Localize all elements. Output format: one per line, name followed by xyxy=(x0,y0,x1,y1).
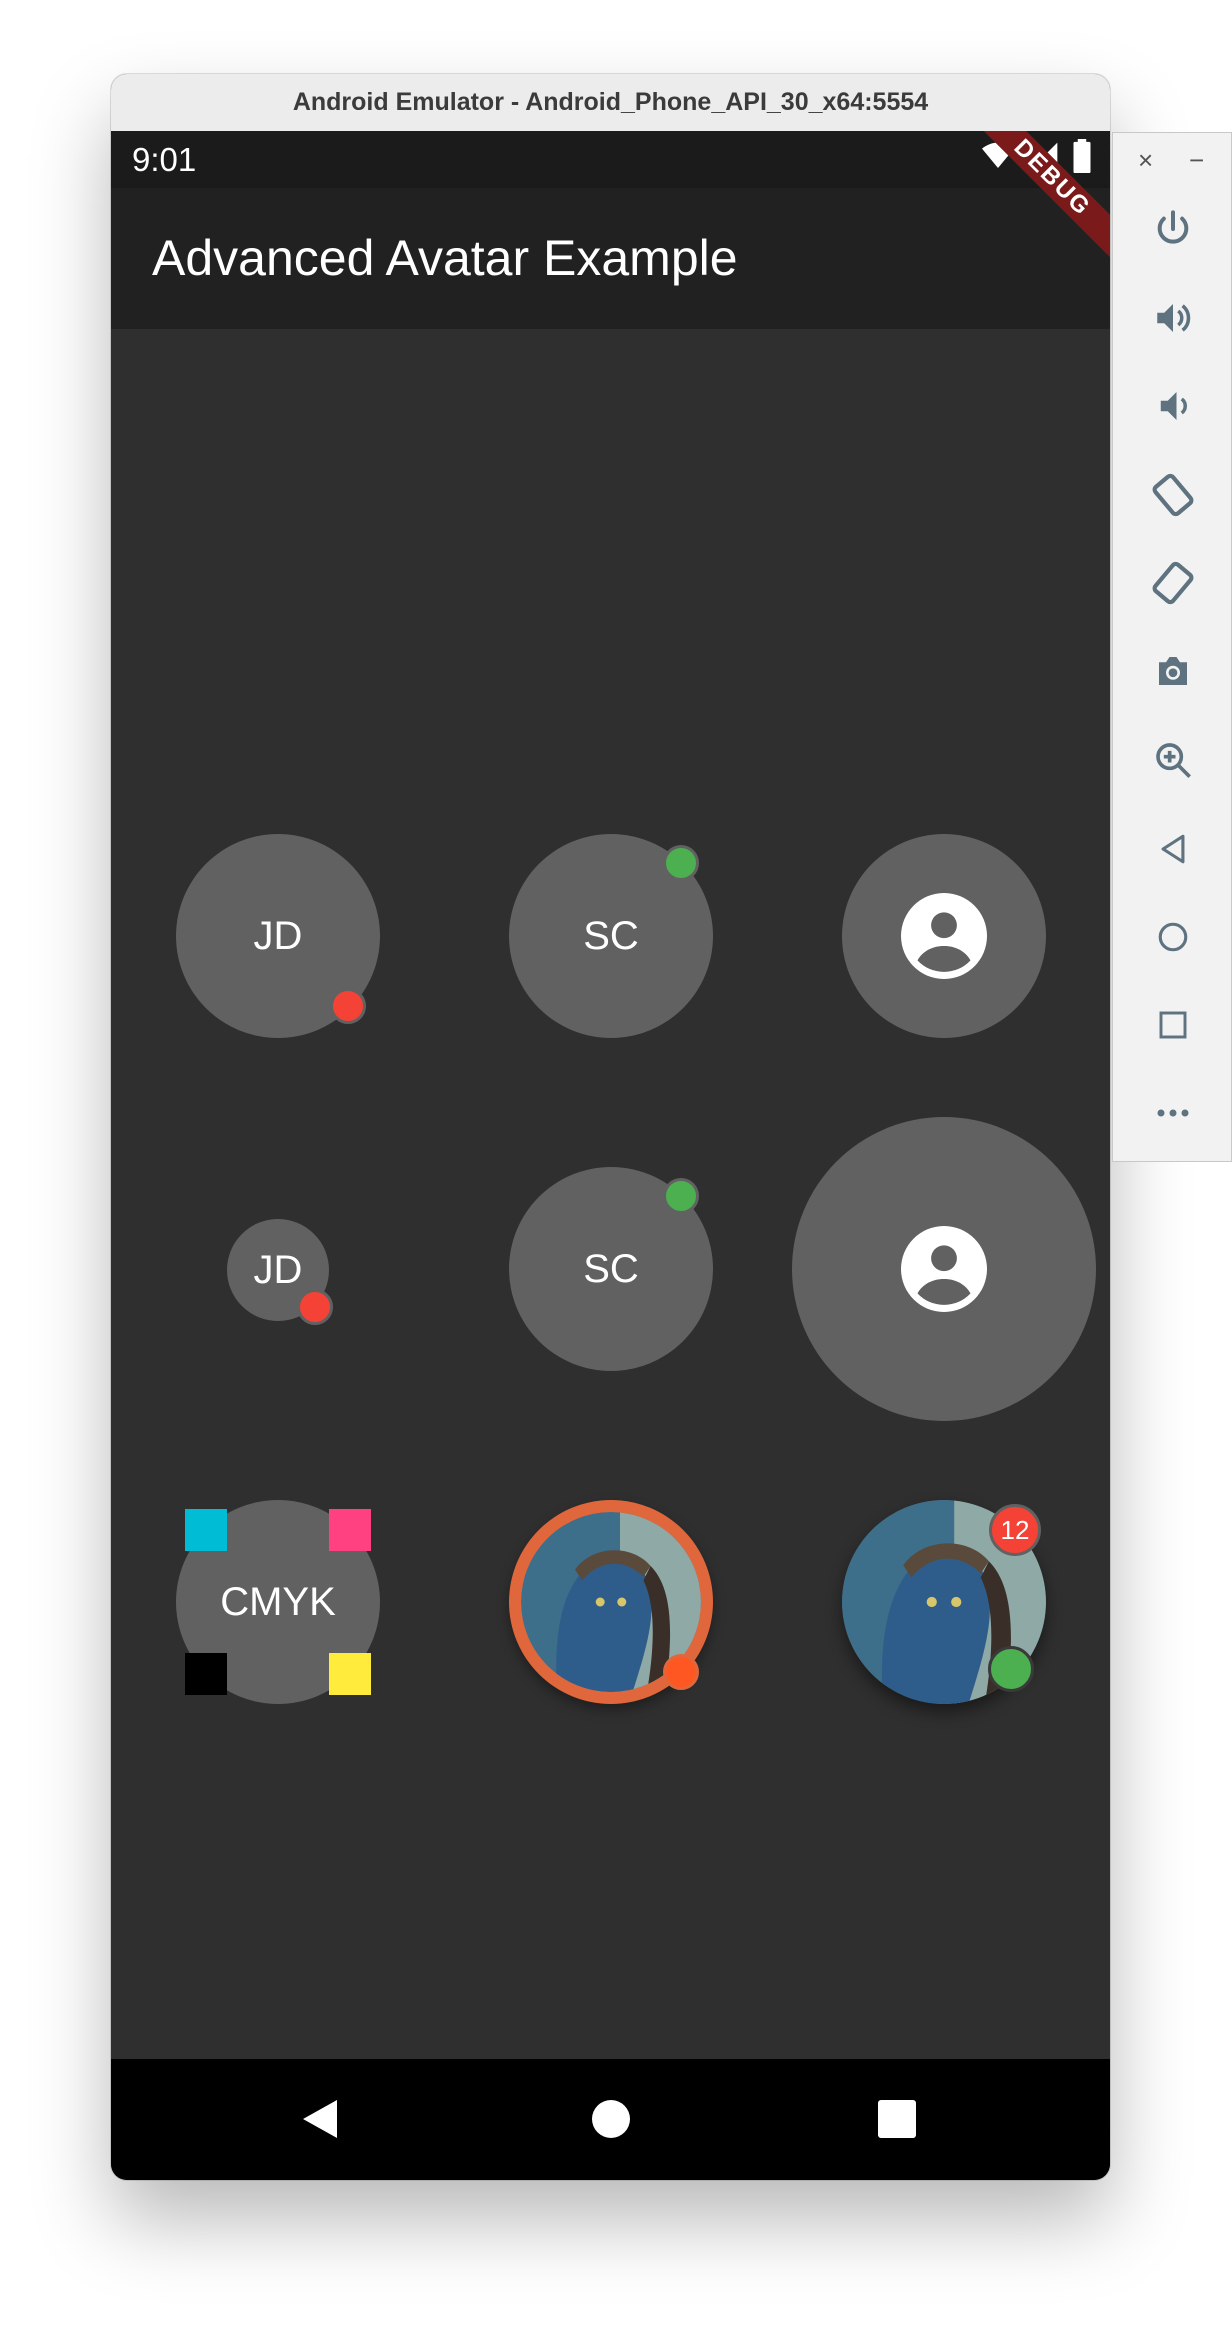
app-bar: Advanced Avatar Example xyxy=(111,188,1110,329)
notification-count: 12 xyxy=(1000,1514,1030,1545)
avatar-jd[interactable]: JD xyxy=(176,834,380,1038)
overview-button[interactable] xyxy=(1113,995,1232,1055)
volume-up-button[interactable] xyxy=(1113,288,1232,348)
status-bar: 9:01 xyxy=(111,131,1110,188)
overview-icon xyxy=(1159,1011,1187,1039)
avatar-sc[interactable]: SC xyxy=(509,834,713,1038)
corner-badge-cyan xyxy=(185,1509,227,1551)
wifi-icon xyxy=(982,142,1014,168)
back-icon[interactable] xyxy=(301,2098,339,2140)
volume-down-icon xyxy=(1160,392,1187,420)
status-dot-red xyxy=(330,988,366,1024)
home-icon xyxy=(1158,922,1188,952)
battery-icon xyxy=(1073,139,1091,173)
avatar-sc[interactable]: SC xyxy=(509,1167,713,1371)
status-dot-orange xyxy=(663,1654,699,1690)
back-button[interactable] xyxy=(1113,819,1232,879)
avatar-initials: SC xyxy=(583,1246,639,1291)
emulator-window: Android Emulator - Android_Phone_API_30_… xyxy=(111,74,1110,2180)
account-circle-icon xyxy=(901,893,987,979)
volume-up-icon xyxy=(1157,304,1191,332)
corner-badge-magenta xyxy=(329,1509,371,1551)
more-icon xyxy=(1157,1109,1189,1117)
account-circle-icon xyxy=(901,1226,987,1312)
camera-icon xyxy=(1159,657,1187,685)
android-nav-bar xyxy=(111,2059,1110,2180)
volume-down-button[interactable] xyxy=(1113,376,1232,436)
power-button[interactable] xyxy=(1113,199,1232,259)
avatar-initials: CMYK xyxy=(220,1579,336,1624)
avatar-placeholder-large[interactable] xyxy=(792,1117,1096,1421)
page-title: Advanced Avatar Example xyxy=(152,230,738,286)
corner-badge-yellow xyxy=(329,1653,371,1695)
avatar-jd-small[interactable]: JD xyxy=(227,1219,333,1325)
home-icon[interactable] xyxy=(591,2099,631,2139)
status-dot-green xyxy=(988,1646,1034,1692)
avatar-grid: JD SC JD SC CMYK 12 xyxy=(111,329,1110,2135)
status-dot-green xyxy=(663,1178,699,1214)
zoom-button[interactable] xyxy=(1113,730,1232,790)
status-icons xyxy=(980,139,1092,173)
corner-badge-black xyxy=(185,1653,227,1695)
rotate-right-icon xyxy=(1152,561,1194,605)
notification-count-badge: 12 xyxy=(989,1504,1041,1556)
emulator-side-toolbar: × − xyxy=(1112,132,1232,1162)
rotate-right-button[interactable] xyxy=(1113,553,1232,613)
home-button[interactable] xyxy=(1113,907,1232,967)
signal-icon xyxy=(1030,142,1058,170)
avatar-placeholder[interactable] xyxy=(842,834,1046,1038)
avatar-photo-badge[interactable]: 12 xyxy=(842,1500,1046,1704)
avatar-photo-ring[interactable] xyxy=(509,1500,713,1704)
screenshot-button[interactable] xyxy=(1113,641,1232,701)
power-icon xyxy=(1157,210,1189,244)
recents-icon[interactable] xyxy=(878,2100,916,2138)
status-time: 9:01 xyxy=(132,141,197,178)
window-title-bar[interactable]: Android Emulator - Android_Phone_API_30_… xyxy=(111,74,1110,132)
status-dot-green xyxy=(663,845,699,881)
status-dot-red xyxy=(297,1289,333,1325)
rotate-left-icon xyxy=(1152,473,1194,517)
more-button[interactable] xyxy=(1113,1083,1232,1143)
back-icon xyxy=(1161,834,1185,864)
rotate-left-button[interactable] xyxy=(1113,465,1232,525)
avatar-initials: JD xyxy=(253,1247,303,1292)
close-button[interactable]: × xyxy=(1138,145,1153,176)
zoom-icon xyxy=(1156,743,1191,778)
avatar-initials: JD xyxy=(253,913,303,958)
minimize-button[interactable]: − xyxy=(1189,145,1204,176)
window-title: Android Emulator - Android_Phone_API_30_… xyxy=(292,88,929,116)
avatar-initials: SC xyxy=(583,913,639,958)
